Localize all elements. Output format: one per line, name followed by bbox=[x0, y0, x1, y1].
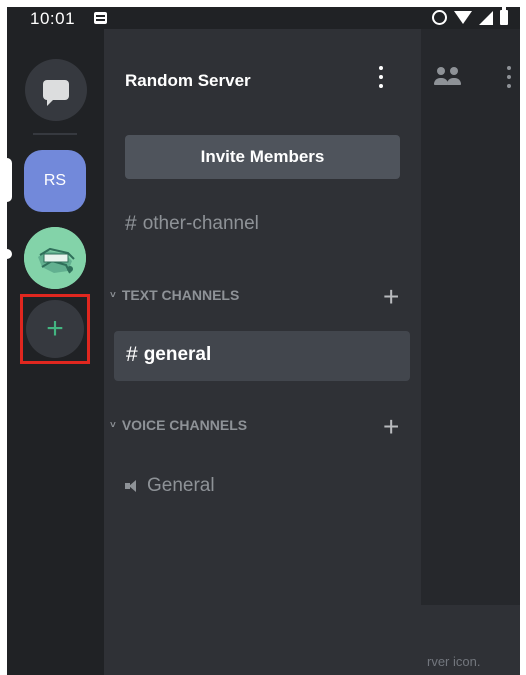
server-icon-image[interactable] bbox=[24, 227, 86, 289]
app-frame: 10:01 RS + Random Server Invite Members … bbox=[7, 7, 520, 675]
add-voice-channel-button[interactable]: + bbox=[383, 413, 399, 441]
status-bar: 10:01 bbox=[7, 7, 520, 29]
server-logo-icon bbox=[24, 227, 86, 289]
server-rail: RS + bbox=[7, 29, 104, 675]
rail-separator bbox=[33, 133, 77, 135]
chevron-down-icon: ˅ bbox=[110, 419, 116, 431]
more-options-icon[interactable] bbox=[500, 63, 518, 91]
voice-channel-general[interactable]: General bbox=[125, 475, 215, 497]
invite-members-button[interactable]: Invite Members bbox=[125, 135, 400, 179]
channel-label: other-channel bbox=[142, 213, 259, 234]
notification-icon bbox=[94, 12, 107, 24]
signal-icon bbox=[479, 10, 493, 25]
chat-area-background: rver icon. bbox=[421, 29, 520, 675]
battery-icon bbox=[500, 7, 508, 25]
add-text-channel-button[interactable]: + bbox=[383, 283, 399, 311]
category-label: VOICE CHANNELS bbox=[121, 417, 248, 433]
server-icon-random-server[interactable]: RS bbox=[24, 150, 86, 212]
category-label: TEXT CHANNELS bbox=[121, 287, 240, 303]
channel-drawer: Random Server Invite Members # other-cha… bbox=[104, 29, 421, 675]
channel-general[interactable]: # general bbox=[126, 343, 211, 367]
plus-icon: + bbox=[46, 312, 64, 345]
direct-messages-button[interactable] bbox=[25, 59, 87, 121]
status-icons bbox=[432, 7, 508, 25]
hash-icon: # bbox=[126, 343, 138, 366]
status-time: 10:01 bbox=[30, 9, 76, 28]
speaker-icon bbox=[125, 479, 139, 493]
channel-label: general bbox=[143, 344, 212, 365]
category-text-channels[interactable]: ˅ TEXT CHANNELS bbox=[110, 287, 239, 303]
chat-bubble-icon bbox=[43, 80, 69, 106]
add-server-button[interactable]: + bbox=[26, 300, 84, 358]
wifi-icon bbox=[454, 11, 472, 24]
channel-other-channel[interactable]: # other-channel bbox=[125, 212, 259, 236]
vertical-dots-icon[interactable] bbox=[372, 63, 390, 91]
hash-icon: # bbox=[125, 212, 137, 235]
server-name[interactable]: Random Server bbox=[125, 71, 251, 91]
tooltip-text: rver icon. bbox=[427, 654, 481, 669]
channel-label: General bbox=[147, 475, 215, 496]
selected-server-indicator bbox=[7, 158, 12, 202]
alarm-icon bbox=[432, 10, 447, 25]
members-icon[interactable] bbox=[433, 67, 463, 87]
server-abbrev: RS bbox=[43, 172, 67, 189]
chevron-down-icon: ˅ bbox=[110, 289, 116, 301]
category-voice-channels[interactable]: ˅ VOICE CHANNELS bbox=[110, 417, 247, 433]
unread-server-indicator bbox=[7, 249, 12, 259]
